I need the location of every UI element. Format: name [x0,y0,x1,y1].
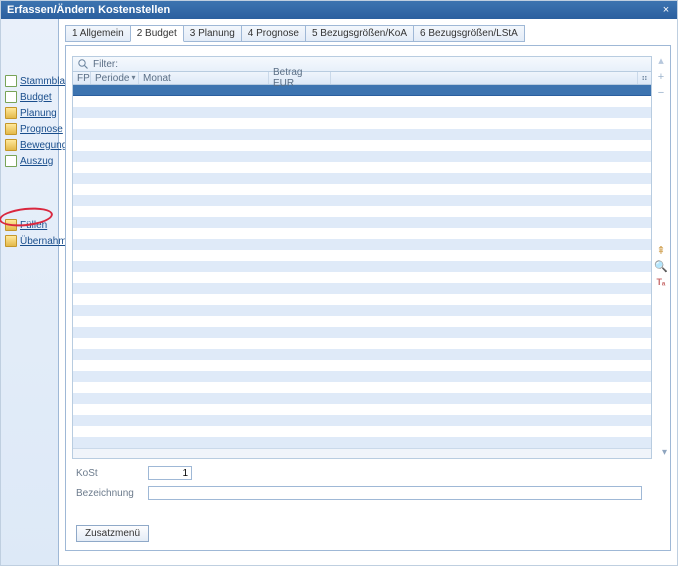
folder-icon [5,123,17,135]
tab-panel: Filter: FP Periode ▾ Monat Betrag EUR [65,45,671,551]
data-grid: Filter: FP Periode ▾ Monat Betrag EUR [72,56,652,459]
sidebar-item-label: Budget [20,92,52,103]
tab-budget[interactable]: 2 Budget [130,25,184,42]
window-title: Erfassen/Ändern Kostenstellen [7,4,170,16]
window-body: Stammblatt Budget Planung Prognose Beweg… [1,19,677,565]
col-betrag[interactable]: Betrag EUR [269,72,331,84]
tab-strip: 1 Allgemein 2 Budget 3 Planung 4 Prognos… [65,25,671,42]
sidebar-item-planung[interactable]: Planung [1,105,58,121]
sidebar-item-label: Prognose [20,124,63,135]
tab-planung[interactable]: 3 Planung [183,25,242,42]
sidebar-item-auszug[interactable]: Auszug [1,153,58,169]
col-periode[interactable]: Periode ▾ [91,72,139,84]
text-zoom-icon[interactable]: Tₐ [657,278,666,292]
page-icon [5,155,17,167]
sidebar-action-fuellen[interactable]: Füllen [1,217,58,233]
tab-prognose[interactable]: 4 Prognose [241,25,306,42]
column-options-icon[interactable] [637,72,651,84]
sidebar-item-budget[interactable]: Budget [1,89,58,105]
scroll-down-icon[interactable]: ▾ [662,447,667,458]
sidebar-item-label: Füllen [20,220,47,231]
main-panel: 1 Allgemein 2 Budget 3 Planung 4 Prognos… [59,19,677,565]
form-row-kost: KoSt [76,466,660,480]
col-monat[interactable]: Monat [139,72,269,84]
grid-filter-bar: Filter: [73,57,651,72]
page-icon [5,91,17,103]
folder-icon [5,219,17,231]
sidebar-item-label: Stammblatt [20,76,71,87]
kost-label: KoSt [76,468,148,479]
form-row-bezeichnung: Bezeichnung [76,486,660,500]
button-bar: Zusatzmenü [76,525,149,542]
detail-form: KoSt Bezeichnung [76,466,660,506]
bezeichnung-label: Bezeichnung [76,488,148,499]
sidebar-divider [1,169,58,217]
nav-up-icon[interactable]: ⇞ [656,246,665,260]
app-window: Erfassen/Ändern Kostenstellen × Stammbla… [0,0,678,566]
tab-bezugsgroessen-lsta[interactable]: 6 Bezugsgrößen/LStA [413,25,525,42]
scroll-up-icon[interactable]: ▴ [658,56,664,70]
zoom-icon[interactable]: 🔍 [654,262,668,276]
sort-desc-icon: ▾ [131,74,135,82]
sidebar-item-label: Bewegung [20,140,67,151]
col-spacer [331,72,637,84]
sidebar-item-bewegung[interactable]: Bewegung [1,137,58,153]
sidebar: Stammblatt Budget Planung Prognose Beweg… [1,19,59,565]
tab-bezugsgroessen-koa[interactable]: 5 Bezugsgrößen/KoA [305,25,414,42]
titlebar: Erfassen/Ändern Kostenstellen × [1,1,677,19]
remove-row-icon[interactable]: − [658,88,664,102]
sidebar-item-label: Auszug [20,156,53,167]
grid-tools-rail: ▴ + − ⇞ 🔍 Tₐ [655,56,667,292]
close-icon[interactable]: × [659,3,673,17]
sidebar-item-prognose[interactable]: Prognose [1,121,58,137]
grid-header: FP Periode ▾ Monat Betrag EUR [73,72,651,85]
tab-allgemein[interactable]: 1 Allgemein [65,25,131,42]
zusatzmenu-button[interactable]: Zusatzmenü [76,525,149,542]
kost-input[interactable] [148,466,192,480]
add-row-icon[interactable]: + [658,72,664,86]
sidebar-item-stammblatt[interactable]: Stammblatt [1,73,58,89]
folder-icon [5,235,17,247]
col-fp[interactable]: FP [73,72,91,84]
filter-label: Filter: [93,59,118,70]
folder-icon [5,139,17,151]
bezeichnung-input[interactable] [148,486,642,500]
folder-icon [5,107,17,119]
grid-selected-row[interactable] [73,85,651,96]
search-icon[interactable] [77,58,89,70]
sidebar-action-uebernahme[interactable]: Übernahme [1,233,58,249]
sidebar-item-label: Planung [20,108,57,119]
grid-hscrollbar[interactable] [73,448,651,458]
grid-body[interactable] [73,96,651,448]
col-label: Periode [95,73,129,84]
page-icon [5,75,17,87]
